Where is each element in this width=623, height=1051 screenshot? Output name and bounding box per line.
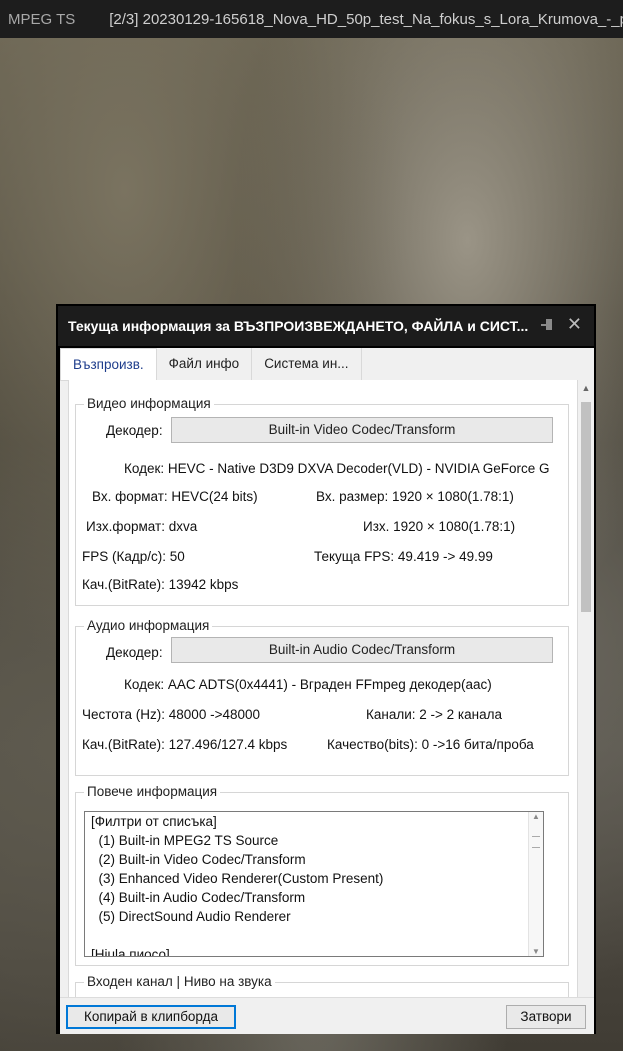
list-item: (3) Enhanced Video Renderer(Custom Prese…: [91, 871, 384, 886]
scroll-up-icon[interactable]: ▲: [529, 812, 543, 821]
video-decoder-button[interactable]: Built-in Video Codec/Transform: [171, 417, 553, 443]
video-in-size: Вх. размер: 1920 × 1080(1.78:1): [316, 489, 514, 504]
more-info-legend: Повече информация: [84, 784, 221, 799]
audio-bitrate: Кач.(BitRate): 127.496/127.4 kbps: [82, 737, 288, 752]
audio-info-legend: Аудио информация: [84, 618, 213, 633]
video-fps: FPS (Кадр/с): 50: [82, 549, 185, 564]
panel-scrollbar[interactable]: ▲: [577, 380, 594, 1000]
dialog-title-bar[interactable]: Текуща информация за ВЪЗПРОИЗВЕЖДАНЕТО, …: [58, 306, 594, 346]
list-item: (4) Built-in Audio Codec/Transform: [91, 890, 306, 905]
audio-decoder-label: Декодер:: [106, 645, 163, 660]
dialog-title: Текуща информация за ВЪЗПРОИЗВЕЖДАНЕТО, …: [68, 318, 529, 334]
video-codec: Кодек: HEVC - Native D3D9 DXVA Decoder(V…: [124, 461, 550, 476]
listbox-scrollbar[interactable]: ▲ ▼: [528, 812, 543, 956]
list-item: [Филтри от списъка]: [91, 814, 217, 829]
list-item: (5) DirectSound Audio Renderer: [91, 909, 291, 924]
scroll-grip-icon[interactable]: [532, 836, 540, 848]
video-decoder-label: Декодер:: [106, 423, 163, 438]
playback-panel: Видео информация Декодер: Built-in Video…: [68, 380, 578, 1022]
copy-clipboard-button[interactable]: Копирай в клипборда: [66, 1005, 236, 1029]
scroll-thumb[interactable]: [581, 402, 591, 612]
player-title-bar: MPEG TS [2/3] 20230129-165618_Nova_HD_50…: [0, 0, 623, 38]
video-current-fps: Текуща FPS: 49.419 -> 49.99: [314, 549, 493, 564]
close-icon[interactable]: ✕: [567, 314, 582, 335]
audio-quality: Качество(bits): 0 ->16 бита/проба: [327, 737, 534, 752]
video-out-format: Изх.формат: dxva: [86, 519, 198, 534]
close-button[interactable]: Затвори: [506, 1005, 586, 1029]
video-out-size: Изх. 1920 × 1080(1.78:1): [363, 519, 516, 534]
audio-info-group: Аудио информация Декодер: Built-in Audio…: [75, 618, 569, 776]
list-item: (2) Built-in Video Codec/Transform: [91, 852, 306, 867]
dialog-footer: Копирай в клипборда Затвори: [60, 997, 594, 1034]
playback-info-dialog: Текуща информация за ВЪЗПРОИЗВЕЖДАНЕТО, …: [56, 304, 596, 1034]
pin-icon[interactable]: [540, 318, 554, 332]
tab-file-info[interactable]: Файл инфо: [157, 348, 253, 380]
audio-decoder-button[interactable]: Built-in Audio Codec/Transform: [171, 637, 553, 663]
format-label: MPEG TS: [8, 10, 76, 28]
video-bitrate: Кач.(BitRate): 13942 kbps: [82, 577, 239, 592]
tab-strip: Възпроизв. Файл инфо Система ин...: [60, 348, 594, 381]
video-info-group: Видео информация Декодер: Built-in Video…: [75, 396, 569, 606]
list-item: [85, 926, 543, 945]
list-item: (1) Built-in MPEG2 TS Source: [91, 833, 279, 848]
filters-listbox[interactable]: [Филтри от списъка] (1) Built-in MPEG2 T…: [84, 811, 544, 957]
more-info-group: Повече информация [Филтри от списъка] (1…: [75, 784, 569, 966]
list-item: [Hiula пиосо]: [91, 947, 170, 957]
tab-system-info[interactable]: Система ин...: [252, 348, 362, 380]
file-title: [2/3] 20230129-165618_Nova_HD_50p_test_N…: [109, 10, 623, 28]
audio-channels: Канали: 2 -> 2 канала: [366, 707, 502, 722]
scroll-up-icon[interactable]: ▲: [578, 380, 594, 396]
audio-codec: Кодек: AAC ADTS(0x4441) - Вграден FFmpeg…: [124, 677, 492, 692]
input-level-legend: Входен канал | Ниво на звука: [84, 974, 275, 989]
video-in-format: Вх. формат: HEVC(24 bits): [92, 489, 258, 504]
tab-playback[interactable]: Възпроизв.: [60, 348, 157, 380]
dialog-body: Възпроизв. Файл инфо Система ин... Видео…: [60, 348, 594, 1034]
scroll-down-icon[interactable]: ▼: [529, 947, 543, 956]
audio-frequency: Честота (Hz): 48000 ->48000: [82, 707, 260, 722]
video-info-legend: Видео информация: [84, 396, 214, 411]
